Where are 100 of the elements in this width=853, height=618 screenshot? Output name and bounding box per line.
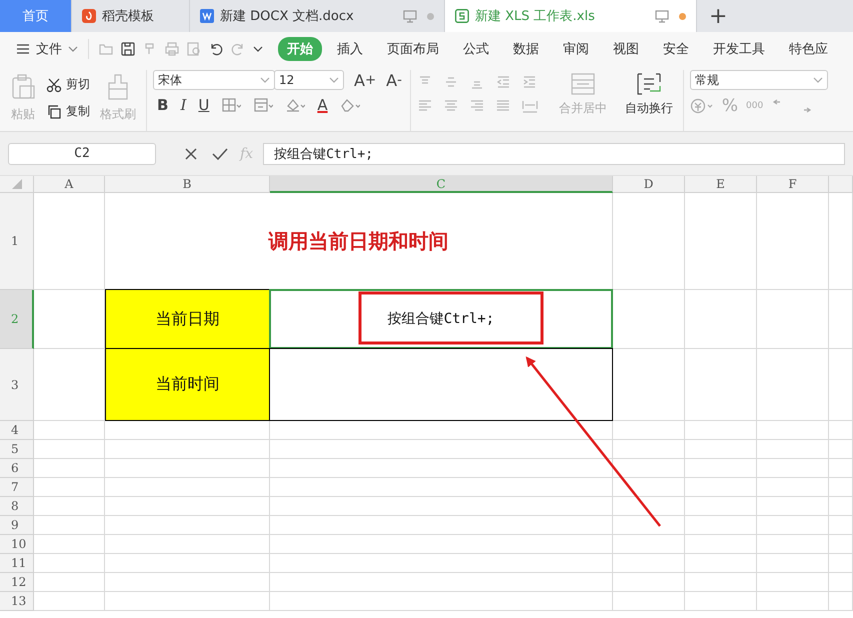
empty-cell[interactable] — [757, 478, 829, 497]
empty-cell[interactable] — [613, 573, 685, 592]
empty-cell[interactable] — [685, 440, 757, 459]
row-header[interactable]: 5 — [0, 440, 34, 459]
empty-cell[interactable] — [829, 349, 853, 421]
value-cell[interactable] — [269, 348, 613, 421]
row-header[interactable]: 9 — [0, 516, 34, 535]
empty-cell[interactable] — [757, 497, 829, 516]
cell-style-icon[interactable] — [253, 97, 274, 113]
row-header[interactable]: 13 — [0, 592, 34, 611]
monitor-icon[interactable] — [403, 9, 417, 23]
empty-cell[interactable] — [613, 497, 685, 516]
ribbon-tab[interactable]: 视图 — [604, 37, 648, 61]
empty-cell[interactable] — [685, 592, 757, 611]
empty-cell[interactable] — [270, 554, 613, 573]
empty-cell[interactable] — [829, 516, 853, 535]
column-header[interactable]: F — [757, 176, 829, 193]
empty-cell[interactable] — [270, 592, 613, 611]
ribbon-tab[interactable]: 插入 — [328, 37, 372, 61]
empty-cell[interactable] — [613, 535, 685, 554]
ribbon-tab[interactable]: 安全 — [654, 37, 698, 61]
empty-cell[interactable] — [829, 421, 853, 440]
empty-cell[interactable] — [613, 478, 685, 497]
new-tab-button[interactable]: + — [697, 0, 740, 32]
empty-cell[interactable] — [757, 516, 829, 535]
empty-cell[interactable] — [757, 421, 829, 440]
bold-button[interactable]: B — [157, 96, 168, 114]
empty-cell[interactable] — [685, 516, 757, 535]
empty-cell[interactable] — [685, 421, 757, 440]
empty-cell[interactable] — [829, 554, 853, 573]
row-header[interactable]: 12 — [0, 573, 34, 592]
empty-cell[interactable] — [757, 573, 829, 592]
number-format-dropdown[interactable]: 常规 — [690, 70, 828, 90]
empty-cell[interactable] — [685, 290, 757, 349]
empty-cell[interactable] — [613, 459, 685, 478]
column-header[interactable]: B — [105, 176, 270, 193]
row-header[interactable]: 7 — [0, 478, 34, 497]
empty-cell[interactable] — [613, 516, 685, 535]
name-box[interactable]: C2 — [8, 142, 156, 164]
column-header[interactable]: E — [685, 176, 757, 193]
row-header[interactable]: 4 — [0, 421, 34, 440]
underline-button[interactable]: U — [198, 96, 210, 114]
empty-cell[interactable] — [685, 349, 757, 421]
empty-cell[interactable] — [829, 573, 853, 592]
ribbon-tab[interactable]: 页面布局 — [378, 37, 448, 61]
copy-button[interactable]: 复制 — [44, 101, 92, 122]
empty-cell[interactable] — [105, 497, 270, 516]
column-header[interactable]: D — [613, 176, 685, 193]
empty-cell[interactable] — [613, 440, 685, 459]
empty-cell[interactable] — [829, 290, 853, 349]
empty-cell[interactable] — [270, 421, 613, 440]
empty-cell[interactable] — [270, 459, 613, 478]
fill-color-icon[interactable] — [285, 97, 306, 113]
eraser-icon[interactable] — [340, 97, 360, 113]
file-menu[interactable]: 文件 — [12, 40, 82, 58]
empty-cell[interactable] — [105, 421, 270, 440]
empty-cell[interactable] — [685, 535, 757, 554]
font-color-button[interactable]: A — [317, 96, 328, 114]
empty-cell[interactable] — [105, 459, 270, 478]
empty-cell[interactable] — [613, 592, 685, 611]
empty-cell[interactable] — [105, 592, 270, 611]
ribbon-tab[interactable]: 开发工具 — [704, 37, 774, 61]
empty-cell[interactable] — [613, 554, 685, 573]
empty-cell[interactable] — [757, 459, 829, 478]
empty-cell[interactable] — [829, 592, 853, 611]
empty-cell[interactable] — [685, 459, 757, 478]
document-tab[interactable]: 新建 XLS 工作表.xls — [445, 0, 697, 32]
ribbon-tab[interactable]: 公式 — [454, 37, 498, 61]
row-header[interactable]: 8 — [0, 497, 34, 516]
row-header[interactable]: 3 — [0, 349, 34, 421]
empty-cell[interactable] — [829, 497, 853, 516]
empty-cell[interactable] — [685, 554, 757, 573]
cut-button[interactable]: 剪切 — [44, 74, 92, 95]
empty-cell[interactable] — [829, 535, 853, 554]
empty-cell[interactable] — [105, 535, 270, 554]
empty-cell[interactable] — [270, 478, 613, 497]
row-header[interactable]: 6 — [0, 459, 34, 478]
ribbon-tab[interactable]: 特色应 — [780, 37, 837, 61]
value-cell[interactable]: 按组合键Ctrl+; — [269, 289, 613, 349]
empty-cell[interactable] — [829, 459, 853, 478]
column-header[interactable] — [829, 176, 853, 193]
confirm-icon[interactable] — [210, 146, 230, 160]
select-all-icon[interactable] — [12, 179, 22, 189]
formula-input[interactable]: 按组合键Ctrl+; — [263, 142, 845, 164]
empty-cell[interactable] — [105, 554, 270, 573]
empty-cell[interactable] — [685, 573, 757, 592]
empty-cell[interactable] — [105, 440, 270, 459]
ribbon-tab[interactable]: 数据 — [504, 37, 548, 61]
empty-cell[interactable] — [613, 349, 685, 421]
borders-icon[interactable] — [221, 97, 242, 113]
empty-cell[interactable] — [270, 440, 613, 459]
column-header[interactable]: A — [34, 176, 105, 193]
empty-cell[interactable] — [757, 592, 829, 611]
empty-cell[interactable] — [757, 535, 829, 554]
row-header[interactable]: 1 — [0, 193, 34, 290]
empty-cell[interactable] — [685, 478, 757, 497]
empty-cell[interactable] — [270, 535, 613, 554]
empty-cell[interactable] — [613, 421, 685, 440]
empty-cell[interactable] — [270, 516, 613, 535]
empty-cell[interactable] — [270, 497, 613, 516]
